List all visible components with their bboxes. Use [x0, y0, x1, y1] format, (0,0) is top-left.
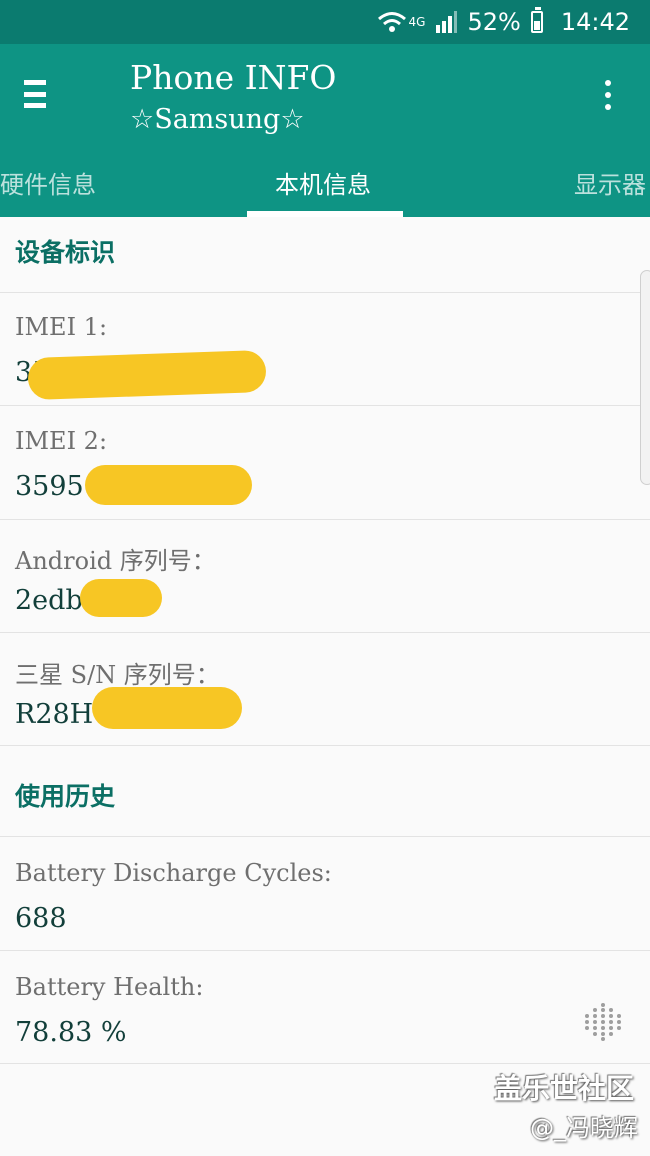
divider	[0, 405, 650, 406]
redaction-mark	[27, 349, 267, 401]
tab-display[interactable]: 显示器	[574, 165, 646, 200]
divider	[0, 519, 650, 520]
divider	[0, 745, 650, 746]
battery-cycles-value: 688	[15, 903, 67, 934]
wifi-icon	[377, 10, 407, 34]
battery-health-label: Battery Health:	[15, 973, 204, 1001]
app-title: Phone INFO	[130, 58, 337, 97]
tab-hardware[interactable]: 硬件信息	[0, 165, 96, 200]
android-serial-label: Android 序列号：	[15, 547, 216, 575]
content-list[interactable]: 设备标识 IMEI 1: 35 IMEI 2: 3595 Android 序列号…	[0, 217, 650, 1065]
android-serial-value: 2edb	[15, 585, 83, 616]
battery-percent: 52%	[467, 8, 521, 36]
watermark-main: 盖乐世社区	[494, 1072, 635, 1105]
imei2-label: IMEI 2:	[15, 427, 108, 455]
redaction-mark	[92, 687, 242, 729]
menu-icon[interactable]	[24, 80, 46, 108]
samsung-sn-value: R28H	[15, 699, 94, 730]
battery-health-value: 78.83 %	[15, 1017, 127, 1048]
imei2-value: 3595	[15, 471, 84, 502]
status-bar: 4G 52% 14:42	[0, 0, 650, 44]
battery-icon	[530, 7, 551, 33]
divider	[0, 950, 650, 951]
more-vert-icon[interactable]	[604, 80, 612, 110]
redaction-mark	[80, 579, 162, 617]
divider	[0, 1063, 650, 1064]
divider	[0, 632, 650, 633]
app-subtitle: ☆Samsung☆	[130, 104, 305, 135]
signal-icon	[435, 11, 458, 33]
divider	[0, 836, 650, 837]
section-header-device-id: 设备标识	[15, 238, 116, 267]
section-header-usage-history: 使用历史	[15, 782, 116, 811]
tab-bar: 硬件信息 本机信息 显示器	[0, 145, 650, 217]
scrollbar[interactable]	[640, 270, 650, 485]
samsung-sn-label: 三星 S/N 序列号：	[15, 661, 220, 689]
app-bar: Phone INFO ☆Samsung☆	[0, 44, 650, 145]
floating-dots-icon[interactable]	[582, 1002, 624, 1042]
clock: 14:42	[560, 8, 630, 36]
imei1-label: IMEI 1:	[15, 313, 108, 341]
redaction-mark	[85, 465, 252, 505]
battery-cycles-label: Battery Discharge Cycles:	[15, 859, 332, 887]
divider	[0, 292, 650, 293]
network-type: 4G	[408, 15, 426, 29]
tab-device-info[interactable]: 本机信息	[275, 165, 371, 200]
watermark-sub: @_冯晓辉	[530, 1114, 638, 1142]
